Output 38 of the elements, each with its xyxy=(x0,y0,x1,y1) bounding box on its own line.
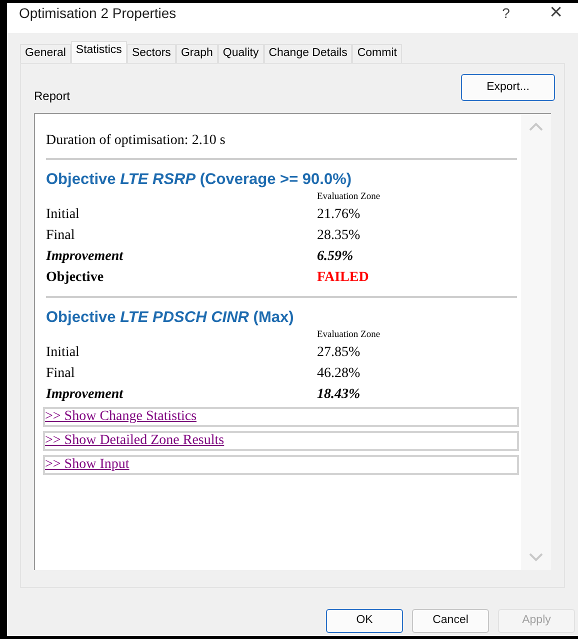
row-label: Initial xyxy=(46,206,80,224)
window-title: Optimisation 2 Properties xyxy=(19,4,176,23)
column-heading: Evaluation Zone xyxy=(317,329,380,342)
tab[interactable]: Quality xyxy=(218,44,264,63)
row-value: 46.28% xyxy=(317,365,360,383)
row-value: 21.76% xyxy=(317,206,360,224)
report-label: Report xyxy=(34,88,70,105)
tab[interactable]: Change Details xyxy=(264,44,352,63)
row-value: 18.43% xyxy=(317,386,360,404)
show-link[interactable]: >> Show Input xyxy=(45,457,130,473)
tab[interactable]: Statistics xyxy=(70,41,127,63)
show-link[interactable]: >> Show Detailed Zone Results xyxy=(45,433,224,449)
tab[interactable]: General xyxy=(20,44,71,63)
row-label: Improvement xyxy=(46,386,124,404)
row-value: 6.59% xyxy=(317,248,354,266)
objective-heading: Objective LTE RSRP (Coverage >= 90.0%) xyxy=(46,170,353,190)
tab[interactable]: Commit xyxy=(352,44,402,63)
column-heading: Evaluation Zone xyxy=(317,191,380,204)
scroll-up-icon[interactable] xyxy=(529,122,543,131)
row-label: Final xyxy=(46,365,76,383)
tab[interactable]: Graph xyxy=(176,44,218,63)
scroll-down-icon[interactable] xyxy=(529,553,543,562)
dialog-button[interactable]: OK xyxy=(326,609,403,633)
export-button[interactable]: Export... xyxy=(461,74,555,101)
row-label: Final xyxy=(46,227,76,245)
duration-text: Duration of optimisation: 2.10 s xyxy=(46,132,226,150)
close-button[interactable]: × xyxy=(546,3,566,21)
row-value: 28.35% xyxy=(317,227,360,245)
objective-heading: Objective LTE PDSCH CINR (Max) xyxy=(46,308,295,328)
row-value: 27.85% xyxy=(317,344,360,362)
help-button[interactable]: ? xyxy=(496,3,516,24)
tab[interactable]: Sectors xyxy=(126,44,176,63)
dialog-button[interactable]: Cancel xyxy=(412,609,489,633)
row-label: Objective xyxy=(46,269,105,287)
row-value: FAILED xyxy=(317,269,369,287)
row-label: Improvement xyxy=(46,248,124,266)
row-label: Initial xyxy=(46,344,80,362)
show-link[interactable]: >> Show Change Statistics xyxy=(45,409,197,425)
